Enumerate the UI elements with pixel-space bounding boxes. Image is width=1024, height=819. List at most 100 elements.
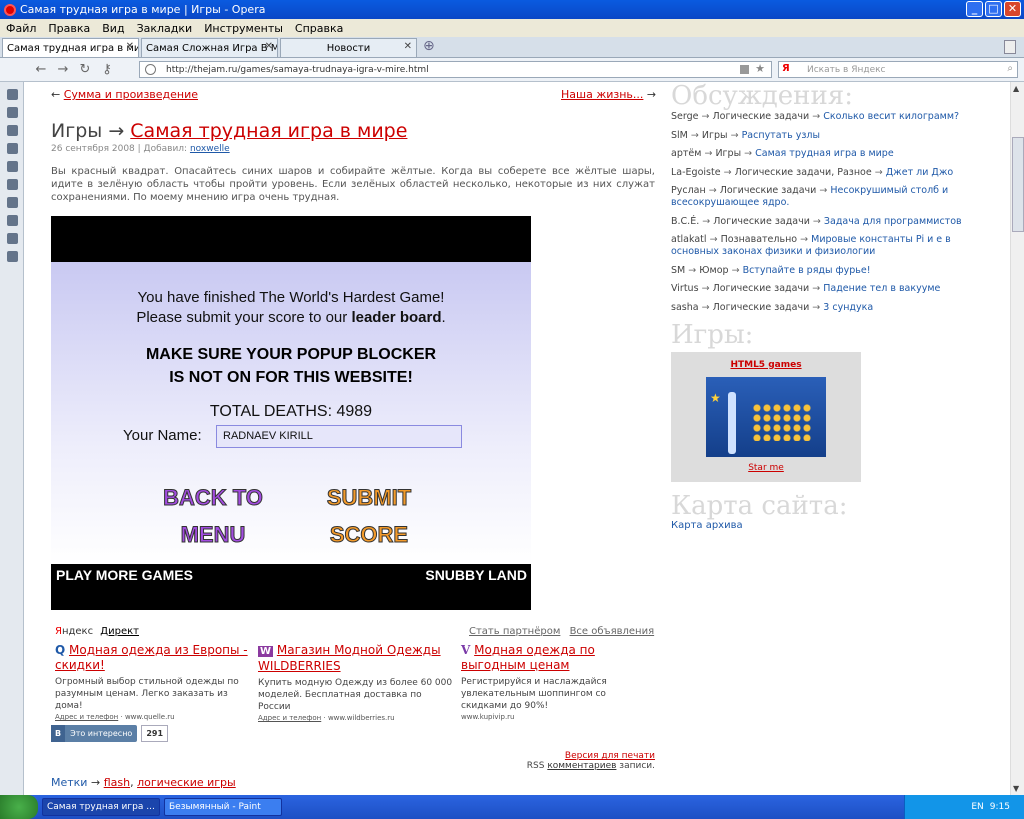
- transfers-panel-icon[interactable]: [7, 215, 18, 226]
- sitemap-heading: Карта сайта:: [671, 490, 848, 521]
- discussion-category-link[interactable]: Игры: [715, 148, 741, 159]
- discussion-category-link[interactable]: Логические задачи: [713, 302, 810, 313]
- discussion-topic-link[interactable]: 3 сундука: [823, 302, 873, 313]
- taskbar-paint[interactable]: Безымянный - Paint: [164, 798, 282, 816]
- scroll-down-icon[interactable]: ▼: [1013, 784, 1019, 793]
- tab-news[interactable]: Новости ✕: [280, 38, 417, 57]
- print-version-link[interactable]: Версия для печати: [527, 751, 655, 761]
- discussion-category-link[interactable]: Логические задачи: [720, 185, 817, 196]
- archive-map-link[interactable]: Карта архива: [671, 520, 971, 531]
- discussion-category-link[interactable]: Логические задачи, Разное: [735, 167, 872, 178]
- discussion-category-link[interactable]: Логические задачи: [713, 111, 810, 122]
- tab-close-icon[interactable]: ✕: [126, 41, 134, 52]
- discussion-topic-link[interactable]: Джет ли Джо: [886, 167, 953, 178]
- widgets-panel-icon[interactable]: [7, 107, 18, 118]
- author-link[interactable]: noxwelle: [190, 144, 230, 154]
- submit-score-button[interactable]: SUBMIT SCORE: [299, 479, 439, 553]
- search-input[interactable]: Я Искать в Яндекс ⌕: [778, 61, 1018, 78]
- mail-panel-icon[interactable]: [7, 179, 18, 190]
- tag-link[interactable]: логические игры: [137, 776, 236, 789]
- scroll-up-icon[interactable]: ▲: [1013, 84, 1019, 93]
- star-me-link[interactable]: Star me: [671, 463, 861, 473]
- discussion-category-link[interactable]: Логические задачи: [713, 216, 810, 227]
- system-tray: EN 9:15: [904, 795, 1024, 819]
- links-panel-icon[interactable]: [7, 197, 18, 208]
- discussion-category-link[interactable]: Игры: [702, 130, 728, 141]
- info-panel-icon[interactable]: [7, 233, 18, 244]
- minimize-button[interactable]: _: [966, 1, 983, 17]
- forward-arrow-icon[interactable]: →: [52, 62, 74, 77]
- play-more-games-link[interactable]: PLAY MORE GAMES: [56, 567, 193, 583]
- downloads-panel-icon[interactable]: [7, 125, 18, 136]
- title-link[interactable]: Самая трудная игра в мире: [130, 120, 407, 142]
- taskbar-opera[interactable]: Самая трудная игра ...: [42, 798, 160, 816]
- scrollbar-thumb[interactable]: [1012, 137, 1024, 232]
- star-icon[interactable]: ★: [755, 62, 765, 75]
- menu-bookmarks[interactable]: Закладки: [131, 22, 199, 35]
- discussion-topic-link[interactable]: Сколько весит килограмм?: [823, 111, 959, 122]
- bookmarks-panel-icon[interactable]: [7, 89, 18, 100]
- ad-title-link[interactable]: Модная одежда по выгодным ценам: [461, 643, 595, 672]
- rss-icon[interactable]: [740, 65, 749, 74]
- menu-tools[interactable]: Инструменты: [198, 22, 289, 35]
- prev-link[interactable]: Сумма и произведение: [64, 88, 198, 101]
- trash-icon[interactable]: [1004, 40, 1016, 54]
- close-button[interactable]: ✕: [1004, 1, 1021, 17]
- tag-link[interactable]: flash: [104, 776, 130, 789]
- tab-close-icon[interactable]: ✕: [265, 41, 273, 52]
- prev-nav: ← Сумма и произведение: [51, 88, 198, 101]
- discussion-topic-link[interactable]: Падение тел в вакууме: [823, 283, 940, 294]
- menu-view[interactable]: Вид: [96, 22, 130, 35]
- tab-second[interactable]: Самая Сложная Игра В Мир... ✕: [141, 38, 278, 57]
- language-indicator[interactable]: EN: [971, 802, 983, 812]
- menu-file[interactable]: Файл: [0, 22, 42, 35]
- url-input[interactable]: http://thejam.ru/games/samaya-trudnaya-i…: [139, 61, 772, 78]
- yandex-direct-header: Яндекс Директ: [55, 626, 139, 637]
- new-tab-icon[interactable]: ⊕: [423, 39, 437, 54]
- next-link[interactable]: Наша жизнь...: [561, 88, 643, 101]
- discussion-category-link[interactable]: Юмор: [699, 265, 728, 276]
- vertical-scrollbar[interactable]: ▲ ▼: [1010, 82, 1024, 795]
- add-panel-icon[interactable]: [7, 251, 18, 262]
- discussion-topic-link[interactable]: Распутать узлы: [742, 130, 820, 141]
- tab-current[interactable]: Самая трудная игра в мир... ✕: [2, 38, 139, 57]
- back-arrow-icon[interactable]: ←: [30, 62, 52, 77]
- menu-edit[interactable]: Правка: [42, 22, 96, 35]
- tab-close-icon[interactable]: ✕: [404, 41, 412, 52]
- maximize-button[interactable]: □: [985, 1, 1002, 17]
- direct-link[interactable]: Директ: [100, 626, 139, 637]
- discussion-category-link[interactable]: Логические задачи: [713, 283, 810, 294]
- discussion-user: артём: [671, 148, 702, 159]
- ad-address-link[interactable]: Адрес и телефон: [55, 713, 118, 721]
- discussion-category-link[interactable]: Познавательно: [721, 234, 798, 245]
- ad-address-link[interactable]: Адрес и телефон: [258, 714, 321, 722]
- rss-comments-link[interactable]: комментариев: [547, 761, 616, 771]
- thumbnail-coins: [752, 402, 812, 441]
- name-input[interactable]: RADNAEV KIRILL: [216, 425, 462, 448]
- partner-link[interactable]: Стать партнёром: [469, 626, 560, 637]
- game-thumbnail[interactable]: ★: [706, 376, 826, 457]
- next-arrow: →: [646, 88, 657, 101]
- discussion-topic-link[interactable]: Задача для программистов: [824, 216, 962, 227]
- discussion-topic-link[interactable]: Вступайте в ряды фурье!: [743, 265, 871, 276]
- game-frame[interactable]: You have finished The World's Hardest Ga…: [51, 216, 531, 610]
- discussion-topic-link[interactable]: Самая трудная игра в мире: [755, 148, 894, 159]
- ad-title-link[interactable]: Магазин Модной Одежды WILDBERRIES: [258, 643, 441, 673]
- snubby-land-link[interactable]: SNUBBY LAND: [425, 567, 527, 583]
- ad-title-link[interactable]: Модная одежда из Европы - скидки!: [55, 643, 248, 672]
- key-icon[interactable]: ⚷: [96, 62, 118, 77]
- start-button[interactable]: [0, 795, 38, 819]
- arrow: →: [701, 111, 710, 122]
- discussion-item: артём → Игры → Самая трудная игра в мире: [671, 148, 971, 160]
- html5-games-link[interactable]: HTML5 games: [671, 360, 861, 370]
- history-panel-icon[interactable]: [7, 143, 18, 154]
- notes-panel-icon[interactable]: [7, 161, 18, 172]
- all-ads-link[interactable]: Все объявления: [570, 626, 655, 637]
- discussion-item: SlM → Игры → Распутать узлы: [671, 130, 971, 142]
- search-icon[interactable]: ⌕: [1007, 63, 1013, 74]
- reload-icon[interactable]: ↻: [74, 62, 96, 77]
- vk-like-button[interactable]: В Это интересно: [51, 725, 138, 742]
- ad-domain: www.wildberries.ru: [327, 714, 395, 722]
- back-to-menu-button[interactable]: BACK TO MENU: [143, 479, 283, 553]
- menu-help[interactable]: Справка: [289, 22, 349, 35]
